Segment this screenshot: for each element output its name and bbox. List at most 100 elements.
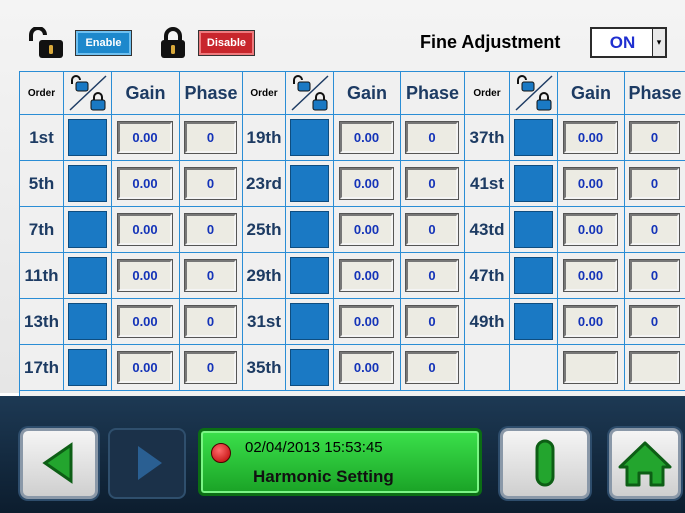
phase-cell: 0 (180, 161, 243, 207)
phase-input[interactable]: 0 (406, 352, 458, 383)
lock-toggle-button[interactable] (290, 257, 329, 294)
phase-input[interactable]: 0 (630, 122, 679, 153)
fine-adjustment-value: ON (609, 33, 636, 52)
phase-input[interactable]: 0 (406, 306, 458, 337)
phase-input[interactable]: 0 (406, 214, 458, 245)
phase-cell: 0 (625, 253, 685, 299)
forward-button[interactable] (108, 428, 186, 499)
phase-input[interactable]: 0 (185, 352, 236, 383)
lock-toggle-cell (286, 253, 334, 299)
enable-button[interactable]: Enable (75, 30, 132, 56)
phase-cell: 0 (401, 299, 465, 345)
lock-toggle-button[interactable] (68, 257, 107, 294)
lock-toggle-button[interactable] (290, 349, 329, 386)
lock-toggle-button[interactable] (68, 119, 107, 156)
lock-unlock-icon (514, 75, 553, 111)
lock-toggle-cell (286, 207, 334, 253)
order-label: 41st (465, 161, 510, 207)
gain-input[interactable]: 0.00 (118, 260, 172, 291)
lock-toggle-cell (64, 299, 112, 345)
gain-input[interactable]: 0.00 (340, 168, 393, 199)
phase-input[interactable]: 0 (630, 260, 679, 291)
phase-input[interactable]: 0 (185, 122, 236, 153)
gain-input[interactable]: 0.00 (118, 352, 172, 383)
order-label: 19th (243, 115, 286, 161)
phase-input[interactable]: 0 (630, 168, 679, 199)
gain-input[interactable]: 0.00 (340, 306, 393, 337)
gain-input[interactable]: 0.00 (340, 214, 393, 245)
gain-cell: 0.00 (112, 299, 180, 345)
order-label: 47th (465, 253, 510, 299)
lock-toggle-button[interactable] (514, 303, 553, 340)
disable-button[interactable]: Disable (198, 30, 255, 56)
lock-toggle-button[interactable] (514, 211, 553, 248)
lock-toggle-button[interactable] (290, 303, 329, 340)
order-label: 5th (20, 161, 64, 207)
lock-toggle-cell (286, 161, 334, 207)
phase-cell: 0 (401, 207, 465, 253)
page-title: Harmonic Setting (253, 467, 394, 486)
phase-input[interactable] (630, 352, 679, 383)
arrow-right-icon (138, 446, 162, 480)
lock-toggle-cell (510, 253, 558, 299)
lock-toggle-button[interactable] (68, 165, 107, 202)
gain-input[interactable]: 0.00 (564, 214, 617, 245)
lock-toggle-button[interactable] (68, 303, 107, 340)
phase-cell: 0 (180, 115, 243, 161)
phase-input[interactable]: 0 (185, 168, 236, 199)
phase-input[interactable]: 0 (630, 214, 679, 245)
gain-input[interactable]: 0.00 (564, 260, 617, 291)
lock-toggle-button[interactable] (514, 165, 553, 202)
gain-input[interactable]: 0.00 (118, 306, 172, 337)
gain-input[interactable]: 0.00 (564, 122, 617, 153)
fine-adjustment-select[interactable]: ON ▾ (590, 27, 667, 58)
gain-header: Gain (112, 72, 180, 115)
lock-toggle-button[interactable] (290, 119, 329, 156)
chevron-down-icon[interactable]: ▾ (652, 29, 665, 56)
gain-input[interactable] (564, 352, 617, 383)
gain-input[interactable]: 0.00 (340, 260, 393, 291)
home-icon (618, 441, 672, 487)
order-label: 23rd (243, 161, 286, 207)
phase-input[interactable]: 0 (185, 260, 236, 291)
lock-toggle-cell (286, 299, 334, 345)
gain-input[interactable]: 0.00 (564, 306, 617, 337)
order-header: Order (243, 72, 286, 115)
gain-input[interactable]: 0.00 (564, 168, 617, 199)
gain-input[interactable]: 0.00 (340, 352, 393, 383)
phase-header: Phase (625, 72, 685, 115)
power-button[interactable] (500, 428, 590, 499)
gain-cell: 0.00 (112, 345, 180, 391)
gain-header: Gain (558, 72, 625, 115)
order-label: 43td (465, 207, 510, 253)
lock-toggle-button[interactable] (514, 119, 553, 156)
gain-input[interactable]: 0.00 (118, 168, 172, 199)
gain-input[interactable]: 0.00 (118, 214, 172, 245)
order-label: 35th (243, 345, 286, 391)
phase-input[interactable]: 0 (406, 168, 458, 199)
phase-input[interactable]: 0 (185, 214, 236, 245)
phase-cell: 0 (180, 299, 243, 345)
gain-input[interactable]: 0.00 (118, 122, 172, 153)
gain-input[interactable]: 0.00 (340, 122, 393, 153)
gain-cell: 0.00 (112, 115, 180, 161)
phase-cell: 0 (401, 115, 465, 161)
lock-toggle-cell (510, 207, 558, 253)
lock-toggle-button[interactable] (514, 257, 553, 294)
lock-toggle-cell (510, 161, 558, 207)
home-button[interactable] (609, 428, 681, 499)
lock-toggle-button[interactable] (290, 165, 329, 202)
lock-toggle-cell (510, 299, 558, 345)
lock-toggle-button[interactable] (68, 349, 107, 386)
phase-input[interactable]: 0 (630, 306, 679, 337)
lock-toggle-button[interactable] (290, 211, 329, 248)
harmonic-table: Order Gain Phase 1st 0.00 0 5th 0.00 0 7th 0.00 0 11… (19, 71, 685, 396)
gain-cell: 0.00 (334, 345, 401, 391)
phase-input[interactable]: 0 (406, 122, 458, 153)
back-button[interactable] (20, 428, 98, 499)
lock-toggle-button[interactable] (68, 211, 107, 248)
phase-input[interactable]: 0 (406, 260, 458, 291)
phase-input[interactable]: 0 (185, 306, 236, 337)
lock-toggle-cell (64, 161, 112, 207)
lock-toggle-cell (510, 345, 558, 391)
